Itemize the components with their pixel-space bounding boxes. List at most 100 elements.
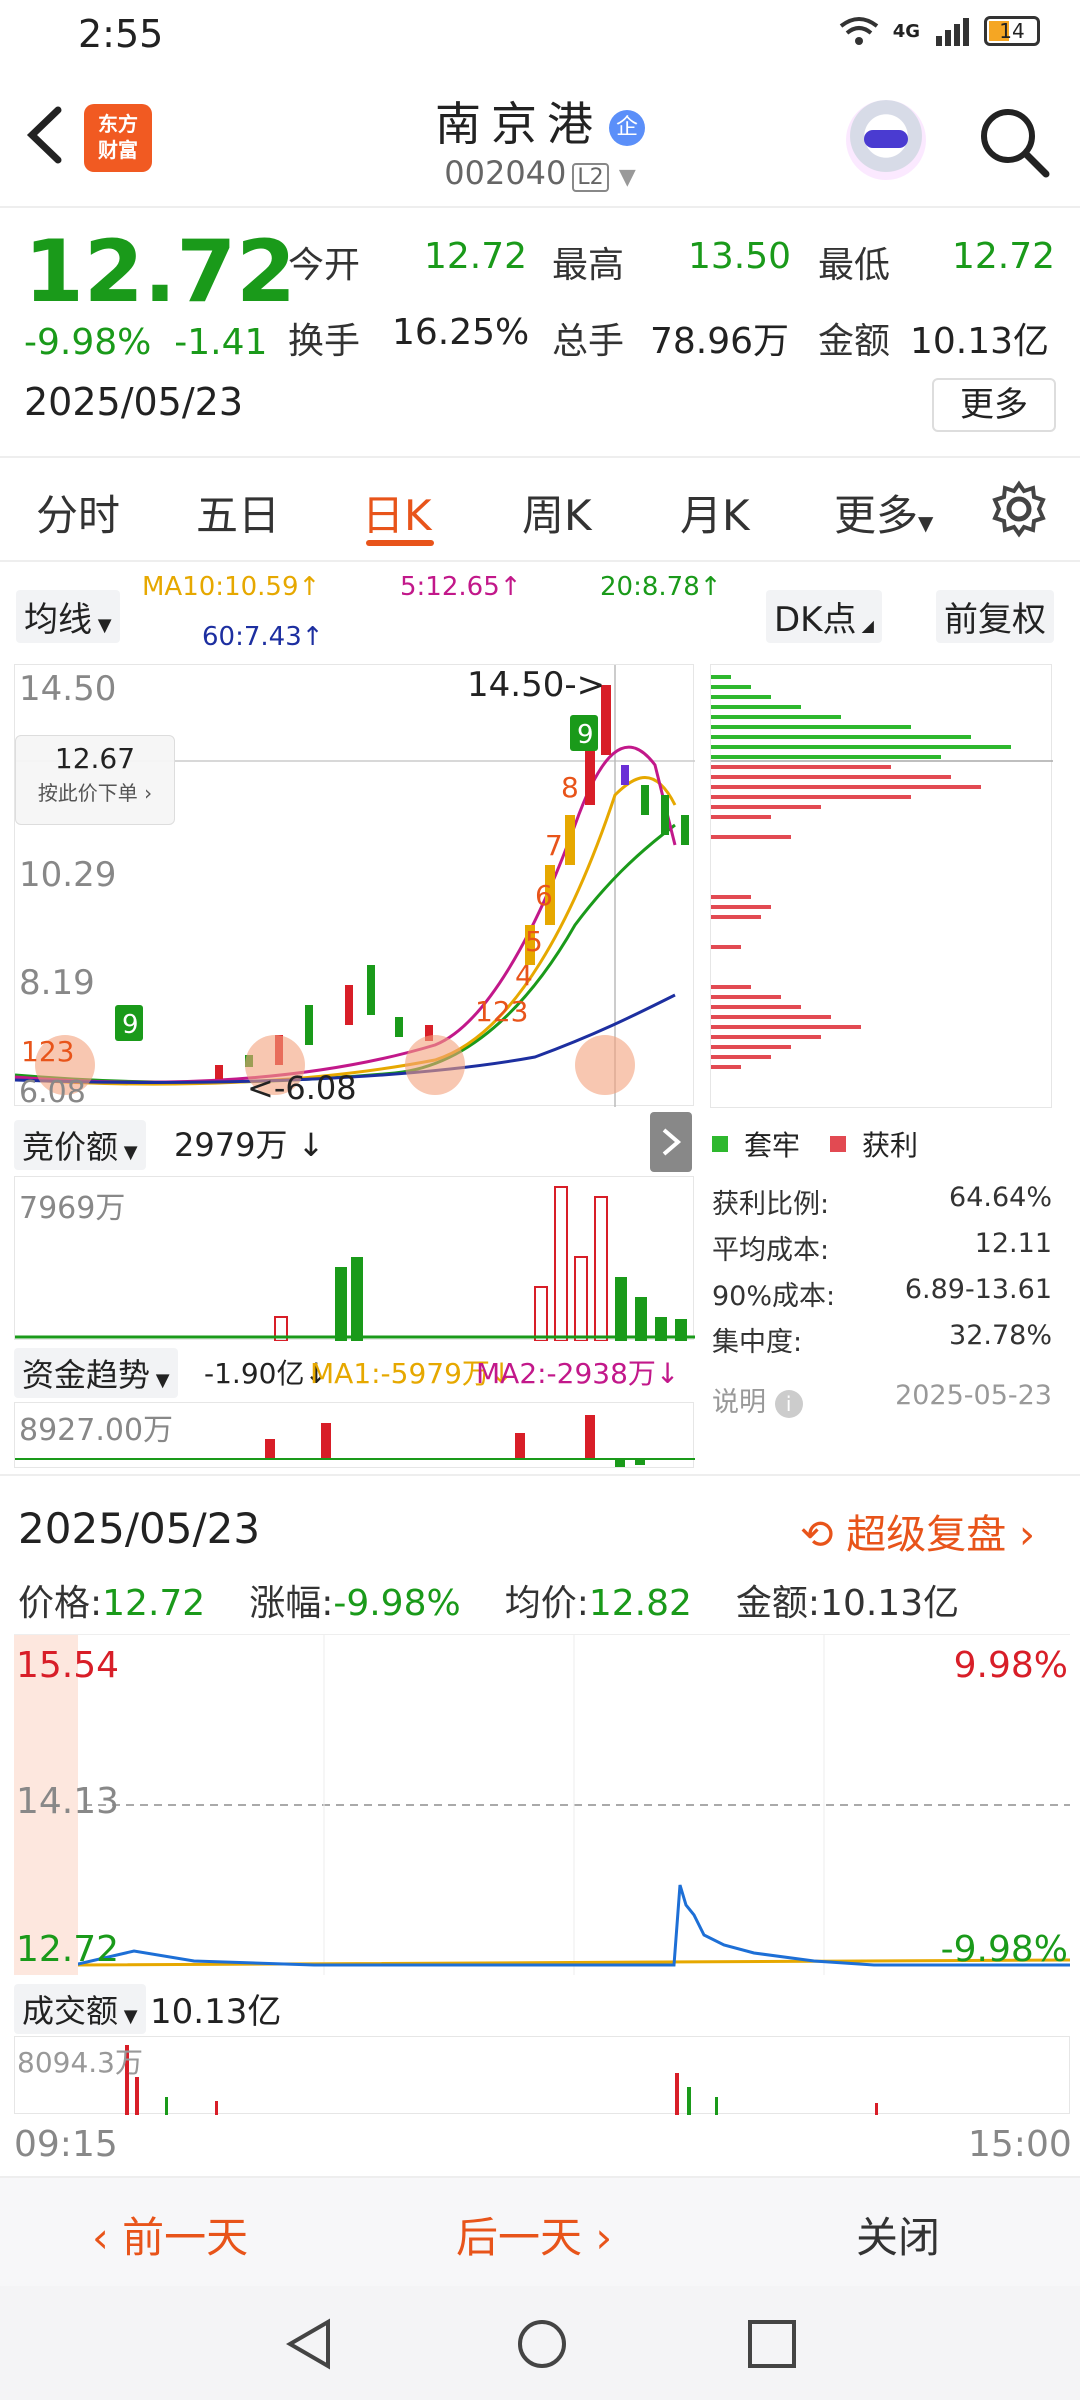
svg-text:9: 9 <box>577 720 594 750</box>
nav-back-icon[interactable] <box>284 2316 334 2372</box>
quote-date: 2025/05/23 <box>24 380 244 424</box>
dk-point-button[interactable]: DK点 ◢ <box>766 590 882 643</box>
turnover-label: 换手 <box>288 321 361 362</box>
high-label: 最高 <box>552 245 625 286</box>
replay-stats: 价格:12.72 涨幅:-9.98% 均价:12.82 金额:10.13亿 <box>18 1583 960 1624</box>
low-value: 12.72 <box>952 236 1056 277</box>
expand-panel-button[interactable] <box>650 1112 692 1172</box>
tab-weekly-k[interactable]: 周K <box>522 482 592 543</box>
tab-five-day[interactable]: 五日 <box>196 482 280 543</box>
high-value: 13.50 <box>688 236 792 277</box>
clock: 2:55 <box>78 12 164 56</box>
fund-trend-chart[interactable]: 8927.00万 <box>14 1402 695 1468</box>
intraday-volume-chart[interactable]: 8094.3万 <box>14 2036 1070 2115</box>
tab-monthly-k[interactable]: 月K <box>680 482 750 543</box>
ma5-value: 5:12.65↑ <box>400 572 522 602</box>
assistant-robot-icon[interactable] <box>846 100 926 180</box>
svg-text:123: 123 <box>475 995 528 1028</box>
intraday-volume-max: 8094.3万 <box>17 2046 143 2079</box>
status-icons: 4G 14 <box>839 16 1040 46</box>
svg-text:123: 123 <box>21 1035 74 1068</box>
adjust-price-button[interactable]: 前复权 <box>936 590 1054 643</box>
chip-stat-profit-ratio: 获利比例: 64.64% <box>712 1182 1052 1220</box>
auction-chart[interactable]: 7969万 <box>14 1176 695 1342</box>
gear-icon <box>992 480 1046 538</box>
super-replay-link[interactable]: ⟲ 超级复盘 › <box>800 1502 1035 1560</box>
volume-value: 78.96万 <box>650 321 790 362</box>
fund-ma2: MA2:-2938万↓ <box>476 1357 680 1390</box>
intraday-pct-low: -9.98% <box>940 1929 1068 1970</box>
chip-note-row[interactable]: 说明 i 2025-05-23 <box>712 1380 1052 1419</box>
active-tab-indicator <box>366 540 434 546</box>
intraday-chart[interactable]: 15.54 14.13 12.72 9.98% -9.98% <box>12 1634 1071 1975</box>
cursor-price-box[interactable]: 12.67 按此价下单 › <box>15 735 175 825</box>
level2-badge: L2 <box>572 163 609 192</box>
search-button[interactable] <box>976 104 1052 180</box>
ma60-value: 60:7.43↑ <box>202 622 324 652</box>
info-icon: i <box>774 1390 803 1418</box>
replay-date: 2025/05/23 <box>18 1504 261 1553</box>
next-day-button[interactable]: 后一天 › <box>456 2204 612 2265</box>
fund-trend-selector[interactable]: 资金趋势 ▼ <box>14 1348 178 1398</box>
svg-text:4: 4 <box>515 959 533 992</box>
tab-daily-k[interactable]: 日K <box>362 482 432 543</box>
battery-icon: 14 <box>984 16 1040 46</box>
auction-selector[interactable]: 竞价额 ▼ <box>14 1120 146 1170</box>
search-icon <box>981 109 1050 178</box>
tab-more[interactable]: 更多▼ <box>834 482 933 543</box>
previous-day-button[interactable]: ‹ 前一天 <box>92 2204 248 2265</box>
auction-value: 2979万 ↓ <box>174 1126 325 1164</box>
volume-label: 总手 <box>552 321 625 362</box>
ma-selector[interactable]: 均线 ▼ <box>16 590 120 643</box>
turnover-value: 16.25% <box>392 312 530 353</box>
system-nav-bar <box>0 2286 1080 2400</box>
intraday-high: 15.54 <box>16 1645 120 1686</box>
intraday-pct-high: 9.98% <box>953 1645 1068 1686</box>
nav-home-icon[interactable] <box>514 2316 570 2372</box>
chip-legend: 套牢 获利 <box>712 1124 918 1164</box>
history-clock-icon: ⟲ <box>800 1512 834 1558</box>
kline-svg: 9 9 87654123123 <box>14 665 695 1107</box>
fund-max: 8927.00万 <box>19 1413 174 1448</box>
chip-stat-avg-cost: 平均成本: 12.11 <box>712 1228 1052 1266</box>
dropdown-caret-icon: ▼ <box>618 165 636 190</box>
signal-icon <box>936 18 969 46</box>
settings-button[interactable] <box>990 480 1048 542</box>
y-label-1: 14.50 <box>19 669 117 709</box>
ma10-value: MA10:10.59↑ <box>142 572 321 602</box>
low-label: 最低 <box>818 245 891 286</box>
svg-text:7: 7 <box>545 829 563 862</box>
open-label: 今开 <box>288 245 361 286</box>
tab-intraday[interactable]: 分时 <box>36 482 120 543</box>
kline-chart[interactable]: 9 9 8 7 6 5 4 123 123 14.50 10.29 8.19 6.08 14… <box>14 664 695 1110</box>
intraday-volume-bars <box>125 2045 878 2115</box>
time-start: 09:15 <box>14 2124 118 2165</box>
intraday-svg <box>12 1635 1071 1975</box>
intraday-mid: 14.13 <box>16 1781 120 1822</box>
ma20-value: 20:8.78↑ <box>600 572 722 602</box>
candles <box>215 685 689 1079</box>
chip-svg <box>711 675 1053 1069</box>
price-change: -9.98% -1.41 <box>24 322 268 363</box>
time-end: 15:00 <box>968 2124 1072 2165</box>
network-type: 4G <box>892 20 920 42</box>
svg-text:9: 9 <box>122 1010 139 1040</box>
turnover-selector[interactable]: 成交额 ▼ <box>14 1984 146 2034</box>
chevron-right-icon <box>662 1128 682 1156</box>
current-price: 12.72 <box>24 222 297 322</box>
chip-stat-90-cost: 90%成本: 6.89-13.61 <box>712 1274 1052 1312</box>
max-price-marker: 14.50-> <box>467 665 606 705</box>
intraday-low: 12.72 <box>16 1929 120 1970</box>
nav-recents-icon[interactable] <box>744 2316 800 2372</box>
auction-max: 7969万 <box>19 1191 126 1226</box>
enterprise-badge: 企 <box>609 109 645 146</box>
chip-distribution-chart[interactable] <box>710 664 1053 1108</box>
more-quote-button[interactable]: 更多 <box>932 378 1056 432</box>
amount-value: 10.13亿 <box>910 321 1050 362</box>
chip-stat-concentration: 集中度: 32.78% <box>712 1320 1052 1358</box>
close-button[interactable]: 关闭 <box>856 2204 940 2265</box>
turnover-value: 10.13亿 <box>150 1992 282 2032</box>
min-price-marker: <-6.08 <box>247 1069 357 1107</box>
status-bar: 2:55 4G 14 <box>0 0 1080 72</box>
y-label-2: 10.29 <box>19 855 117 895</box>
